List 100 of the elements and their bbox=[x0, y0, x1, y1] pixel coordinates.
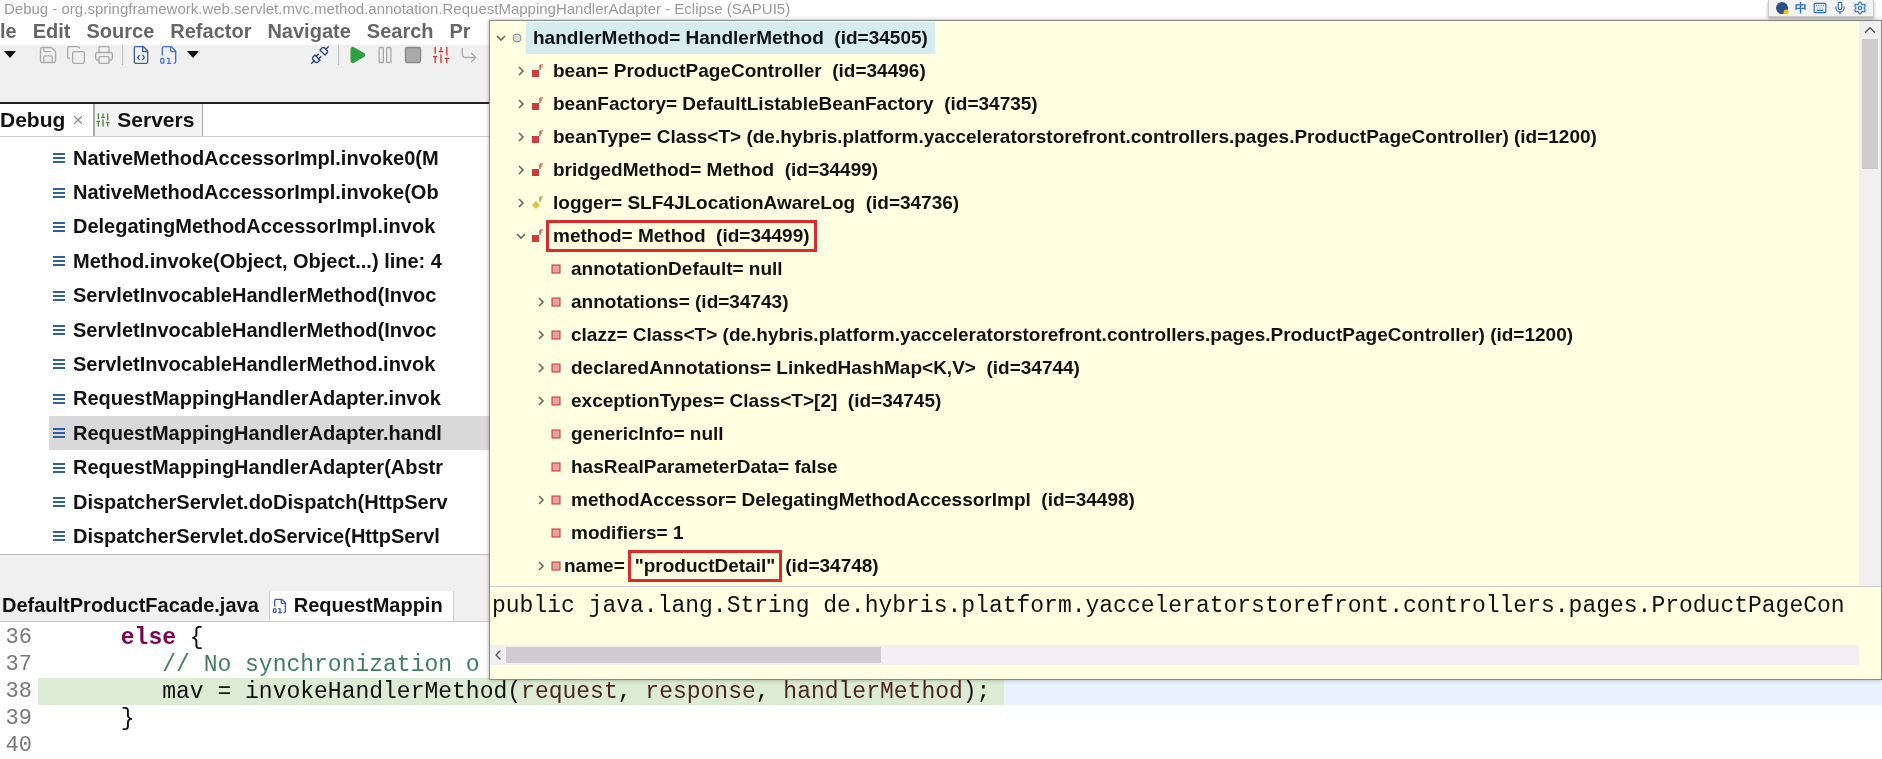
settings-icon[interactable] bbox=[1853, 1, 1867, 15]
variable-text[interactable]: handlerMethod= HandlerMethod (id=34505) bbox=[526, 21, 935, 54]
input-mode-text[interactable]: 中 bbox=[1795, 0, 1807, 17]
stack-frame-icon bbox=[53, 530, 65, 543]
stack-frame-icon bbox=[53, 152, 65, 165]
binary-file-icon[interactable] bbox=[159, 45, 179, 66]
code-token: else bbox=[119, 624, 177, 651]
code-token: response bbox=[645, 678, 756, 705]
code-token: , bbox=[755, 678, 771, 705]
variable-text[interactable]: genericInfo= null bbox=[564, 417, 731, 450]
class-file-icon bbox=[271, 597, 288, 614]
line-number: 36 bbox=[4, 625, 33, 650]
field-icon bbox=[551, 296, 561, 307]
code-token: mav = invokeHandlerMethod( bbox=[161, 678, 522, 705]
line-number: 39 bbox=[4, 706, 33, 731]
selected-stack-frame[interactable]: RequestMappingHandlerAdapter.handl bbox=[49, 416, 489, 451]
circle-icon bbox=[511, 31, 523, 44]
binary-file-icon[interactable] bbox=[131, 45, 151, 66]
stack-frame-text[interactable]: RequestMappingHandlerAdapter(Abstr bbox=[73, 456, 444, 480]
stack-frame-text[interactable]: DelegatingMethodAccessorImpl.invok bbox=[73, 215, 436, 239]
line-number: 37 bbox=[4, 652, 33, 677]
menu-item[interactable]: Navigate bbox=[267, 19, 351, 43]
stack-frame-icon bbox=[53, 496, 65, 509]
stack-frame-text[interactable]: RequestMappingHandlerAdapter.invok bbox=[73, 387, 441, 411]
field-icon bbox=[531, 162, 543, 177]
field-icon bbox=[551, 494, 561, 505]
variable-text[interactable]: hasRealParameterData= false bbox=[564, 450, 845, 483]
variable-text[interactable]: annotationDefault= null bbox=[564, 252, 790, 285]
scrollbar-thumb[interactable] bbox=[506, 647, 881, 663]
stack-frame-text[interactable]: NativeMethodAccessorImpl.invoke(Ob bbox=[73, 181, 439, 205]
variable-id: (id=34748) bbox=[785, 554, 879, 577]
microphone-icon[interactable] bbox=[1833, 1, 1847, 15]
stack-frame-text[interactable]: DispatcherServlet.doService(HttpServl bbox=[73, 524, 440, 548]
menu-item[interactable]: Pr bbox=[449, 19, 471, 43]
variable-text[interactable]: clazz= Class<T> (de.hybris.platform.yacceleratorstorefront.controllers.pages.ProductPageController) (id=1200) bbox=[564, 318, 1581, 351]
code-token: // No synchronization o bbox=[161, 651, 480, 678]
stack-frame-icon bbox=[53, 255, 65, 268]
variable-text[interactable]: beanType= Class<T> (de.hybris.platform.yacceleratorstorefront.controllers.pages.ProductPageController) (id=1200) bbox=[546, 120, 1604, 153]
stack-frame-text[interactable]: NativeMethodAccessorImpl.invoke0(M bbox=[73, 146, 439, 170]
keyboard-icon[interactable] bbox=[1813, 1, 1827, 15]
stack-frame-icon bbox=[53, 220, 65, 233]
variable-text[interactable]: exceptionTypes= Class<T>[2] (id=34745) bbox=[564, 384, 949, 417]
stack-frame-icon bbox=[53, 427, 65, 440]
field-icon bbox=[531, 129, 543, 144]
caret-icon[interactable] bbox=[4, 51, 16, 60]
variable-text[interactable]: methodAccessor= DelegatingMethodAccessorImpl (id=34498) bbox=[564, 483, 1142, 516]
stack-frame-icon bbox=[53, 186, 65, 199]
code-token: ); bbox=[962, 678, 991, 705]
variable-text[interactable]: modifiers= 1 bbox=[564, 516, 691, 549]
field-icon bbox=[551, 428, 561, 439]
field-icon bbox=[551, 263, 561, 274]
servers-icon bbox=[95, 111, 112, 128]
variable-text[interactable]: logger= SLF4JLocationAwareLog (id=34736) bbox=[546, 186, 967, 219]
menu-item[interactable]: Refactor bbox=[170, 19, 252, 43]
view-tab[interactable]: Debug bbox=[0, 103, 95, 136]
menu-item[interactable]: Edit bbox=[32, 19, 71, 43]
stack-frame-text[interactable]: DispatcherServlet.doDispatch(HttpServ bbox=[73, 490, 448, 514]
variable-text[interactable]: bean= ProductPageController (id=34496) bbox=[546, 54, 933, 87]
field-icon bbox=[531, 228, 543, 243]
stack-frame-icon bbox=[53, 392, 65, 405]
diamond-icon bbox=[531, 195, 543, 210]
scrollbar-thumb[interactable] bbox=[1862, 39, 1878, 169]
menu-item[interactable]: Search bbox=[366, 19, 434, 43]
code-token: request bbox=[521, 678, 618, 705]
stack-frame-text[interactable]: Method.invoke(Object, Object...) line: 4 bbox=[73, 249, 442, 273]
stack-frame-text[interactable]: ServletInvocableHandlerMethod(Invoc bbox=[73, 318, 437, 342]
variable-text[interactable]: beanFactory= DefaultListableBeanFactory (id=34735) bbox=[546, 87, 1045, 120]
vertical-scrollbar[interactable] bbox=[1859, 21, 1881, 586]
menu-item[interactable]: Source bbox=[86, 19, 155, 43]
detail-text: public java.lang.String de.hybris.platform.yacceleratorstorefront.controllers.pages.ProductPageCon bbox=[491, 592, 1846, 621]
stack-frame-icon bbox=[53, 324, 65, 337]
stop-icon[interactable] bbox=[403, 45, 423, 66]
globe-logo-icon[interactable] bbox=[1775, 1, 1789, 15]
field-icon bbox=[531, 63, 543, 78]
field-icon bbox=[551, 461, 561, 472]
code-token: } bbox=[119, 705, 135, 732]
variable-text[interactable]: annotations= (id=34743) bbox=[564, 285, 796, 318]
field-icon bbox=[551, 527, 561, 538]
variable-text[interactable]: bridgedMethod= Method (id=34499) bbox=[546, 153, 886, 186]
editor-tab[interactable]: RequestMappin bbox=[269, 590, 454, 621]
view-tab[interactable]: Servers bbox=[94, 103, 204, 136]
variable-text[interactable]: name= bbox=[564, 554, 625, 577]
stack-frame-text[interactable]: ServletInvocableHandlerMethod(Invoc bbox=[73, 284, 437, 308]
field-icon bbox=[551, 560, 561, 571]
stack-frame-icon bbox=[53, 461, 65, 474]
variable-text[interactable]: method= Method (id=34499) bbox=[546, 219, 817, 252]
field-icon bbox=[551, 329, 561, 340]
stack-frame-text[interactable]: RequestMappingHandlerAdapter.handl bbox=[73, 421, 442, 445]
caret-icon[interactable] bbox=[187, 51, 199, 60]
code-token: handlerMethod bbox=[783, 678, 963, 705]
menu-item[interactable]: le bbox=[0, 19, 17, 43]
field-icon bbox=[531, 96, 543, 111]
stack-frame-text[interactable]: ServletInvocableHandlerMethod.invok bbox=[73, 353, 436, 376]
line-number: 38 bbox=[4, 679, 33, 704]
variable-text[interactable]: declaredAnnotations= LinkedHashMap<K,V> (id=34744) bbox=[564, 351, 1087, 384]
code-token: , bbox=[617, 678, 633, 705]
variable-value: "productDetail" bbox=[627, 549, 783, 582]
editor-tab[interactable]: DefaultProductFacade.java bbox=[0, 590, 270, 621]
window-title: Debug - org.springframework.web.servlet.mvc.method.annotation.RequestMappingHandlerAdapter - Eclipse (SAPUI5) bbox=[4, 0, 791, 18]
horizontal-scrollbar[interactable] bbox=[490, 645, 1859, 665]
